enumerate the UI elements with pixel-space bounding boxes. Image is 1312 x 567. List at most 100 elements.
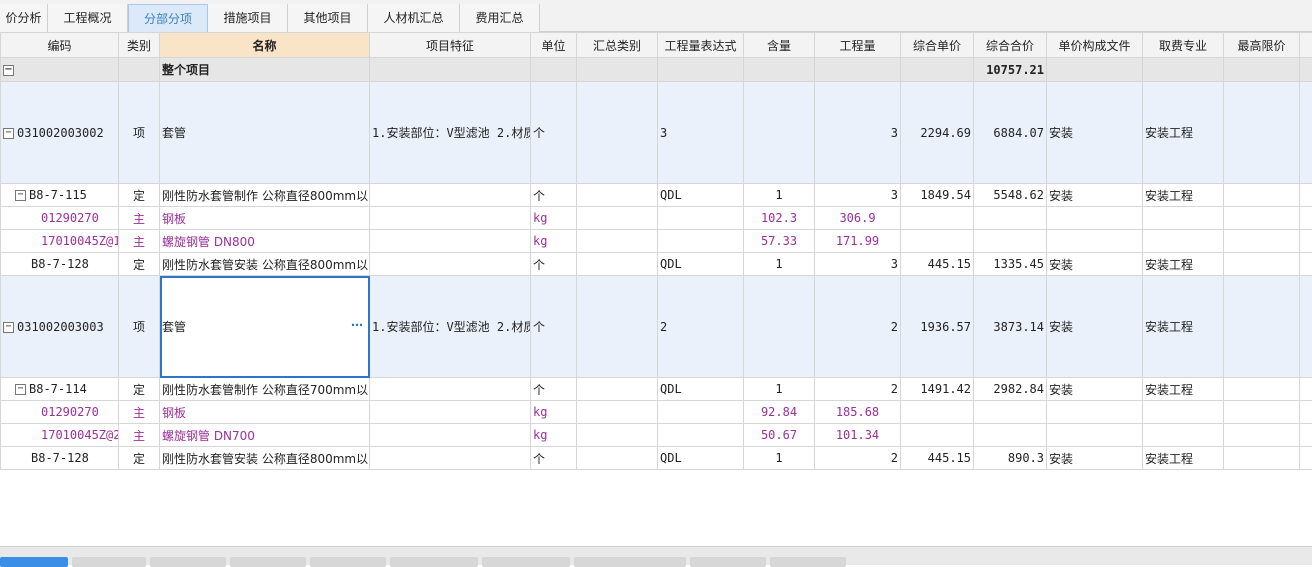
minus-icon[interactable]: −: [15, 384, 26, 395]
table-row[interactable]: 17010045Z@1 主 螺旋钢管 DN800 kg 57.33 171.99: [1, 230, 1312, 253]
max-price-cell[interactable]: [1224, 184, 1300, 207]
tab-labor-material-summary[interactable]: 人材机汇总: [368, 4, 460, 32]
type-cell[interactable]: 定: [119, 253, 160, 276]
col-header-unit[interactable]: 单位: [531, 33, 577, 58]
quantity-cell[interactable]: 2: [815, 378, 901, 401]
col-header-code[interactable]: 编码: [1, 33, 119, 58]
minus-icon[interactable]: −: [3, 65, 14, 76]
tab-price-analysis[interactable]: 价分析: [0, 4, 48, 32]
bottom-tab[interactable]: [482, 557, 570, 567]
expression-cell[interactable]: QDL: [658, 378, 744, 401]
col-header-quantity[interactable]: 工程量: [815, 33, 901, 58]
quantity-cell[interactable]: 101.34: [815, 424, 901, 447]
max-price-cell[interactable]: [1224, 82, 1300, 184]
type-cell[interactable]: 主: [119, 207, 160, 230]
specialty-cell[interactable]: 安装工程: [1143, 447, 1224, 470]
unit-cell[interactable]: kg: [531, 207, 577, 230]
total-price-cell[interactable]: [974, 424, 1047, 447]
total-price-cell[interactable]: 6884.07: [974, 82, 1047, 184]
bottom-tab[interactable]: [72, 557, 146, 567]
col-header-content[interactable]: 含量: [744, 33, 815, 58]
bottom-tab[interactable]: [770, 557, 846, 567]
unit-price-cell[interactable]: 2294.69: [901, 82, 974, 184]
total-price-cell[interactable]: 5548.62: [974, 184, 1047, 207]
unit-cell[interactable]: kg: [531, 230, 577, 253]
sum-category-cell[interactable]: [577, 401, 658, 424]
unit-price-cell[interactable]: [901, 207, 974, 230]
expression-cell[interactable]: 3: [658, 82, 744, 184]
col-header-price-file[interactable]: 单价构成文件: [1047, 33, 1143, 58]
unit-price-cell[interactable]: 1849.54: [901, 184, 974, 207]
price-file-cell[interactable]: [1047, 207, 1143, 230]
bottom-tab[interactable]: [230, 557, 306, 567]
unit-price-cell[interactable]: [901, 230, 974, 253]
type-cell[interactable]: 项: [119, 276, 160, 378]
sum-category-cell[interactable]: [577, 230, 658, 253]
quantity-cell[interactable]: 306.9: [815, 207, 901, 230]
table-row[interactable]: 01290270 主 钢板 kg 102.3 306.9: [1, 207, 1312, 230]
expression-cell[interactable]: QDL: [658, 184, 744, 207]
col-header-max-price[interactable]: 最高限价: [1224, 33, 1300, 58]
code-cell[interactable]: B8-7-128: [1, 447, 119, 470]
quantity-cell[interactable]: 3: [815, 253, 901, 276]
content-cell[interactable]: 1: [744, 184, 815, 207]
unit-cell[interactable]: kg: [531, 424, 577, 447]
total-price-cell[interactable]: [974, 207, 1047, 230]
total-row[interactable]: − 整个项目 10757.21: [1, 58, 1312, 82]
type-cell[interactable]: 定: [119, 447, 160, 470]
content-cell[interactable]: 92.84: [744, 401, 815, 424]
specialty-cell[interactable]: [1143, 207, 1224, 230]
price-file-cell[interactable]: 安装: [1047, 253, 1143, 276]
code-cell[interactable]: 01290270: [1, 401, 119, 424]
unit-price-cell[interactable]: [901, 401, 974, 424]
quantity-cell[interactable]: 185.68: [815, 401, 901, 424]
feature-cell[interactable]: [370, 230, 531, 253]
bottom-tab[interactable]: [0, 557, 68, 567]
content-cell[interactable]: [744, 276, 815, 378]
type-cell[interactable]: 项: [119, 82, 160, 184]
total-price-cell[interactable]: 2982.84: [974, 378, 1047, 401]
price-file-cell[interactable]: 安装: [1047, 82, 1143, 184]
expression-cell[interactable]: [658, 207, 744, 230]
code-cell[interactable]: 17010045Z@1: [1, 230, 119, 253]
unit-cell[interactable]: kg: [531, 401, 577, 424]
tab-other-items[interactable]: 其他项目: [288, 4, 368, 32]
sum-category-cell[interactable]: [577, 447, 658, 470]
code-cell[interactable]: −031002003002: [1, 82, 119, 184]
quantity-cell[interactable]: 3: [815, 82, 901, 184]
total-price-cell[interactable]: 1335.45: [974, 253, 1047, 276]
name-cell[interactable]: 刚性防水套管制作 公称直径800mm以内: [160, 184, 370, 207]
table-row[interactable]: −031002003003 项 套管⋯ 1.安装部位：V型滤池 2.材质：Q23…: [1, 276, 1312, 378]
name-cell[interactable]: 套管: [160, 82, 370, 184]
name-cell[interactable]: 钢板: [160, 207, 370, 230]
unit-cell[interactable]: 个: [531, 447, 577, 470]
max-price-cell[interactable]: [1224, 230, 1300, 253]
specialty-cell[interactable]: [1143, 230, 1224, 253]
expression-cell[interactable]: [658, 230, 744, 253]
price-file-cell[interactable]: 安装: [1047, 276, 1143, 378]
more-options-icon[interactable]: ⋯: [351, 318, 363, 332]
col-header-fee-specialty[interactable]: 取费专业: [1143, 33, 1224, 58]
max-price-cell[interactable]: [1224, 424, 1300, 447]
sum-category-cell[interactable]: [577, 82, 658, 184]
table-row[interactable]: −B8-7-115 定 刚性防水套管制作 公称直径800mm以内 个 QDL 1…: [1, 184, 1312, 207]
expression-cell[interactable]: QDL: [658, 447, 744, 470]
type-cell[interactable]: 主: [119, 424, 160, 447]
col-header-qty-expression[interactable]: 工程量表达式: [658, 33, 744, 58]
sum-category-cell[interactable]: [577, 253, 658, 276]
type-cell[interactable]: 主: [119, 230, 160, 253]
name-cell[interactable]: 螺旋钢管 DN800: [160, 230, 370, 253]
type-cell[interactable]: 主: [119, 401, 160, 424]
code-cell[interactable]: −B8-7-115: [1, 184, 119, 207]
sum-category-cell[interactable]: [577, 276, 658, 378]
max-price-cell[interactable]: [1224, 447, 1300, 470]
name-cell[interactable]: 刚性防水套管安装 公称直径800mm以内: [160, 253, 370, 276]
content-cell[interactable]: [744, 82, 815, 184]
max-price-cell[interactable]: [1224, 276, 1300, 378]
bottom-tab[interactable]: [310, 557, 386, 567]
quantity-cell[interactable]: 2: [815, 276, 901, 378]
sum-category-cell[interactable]: [577, 207, 658, 230]
price-file-cell[interactable]: 安装: [1047, 378, 1143, 401]
content-cell[interactable]: 1: [744, 253, 815, 276]
name-cell[interactable]: 螺旋钢管 DN700: [160, 424, 370, 447]
